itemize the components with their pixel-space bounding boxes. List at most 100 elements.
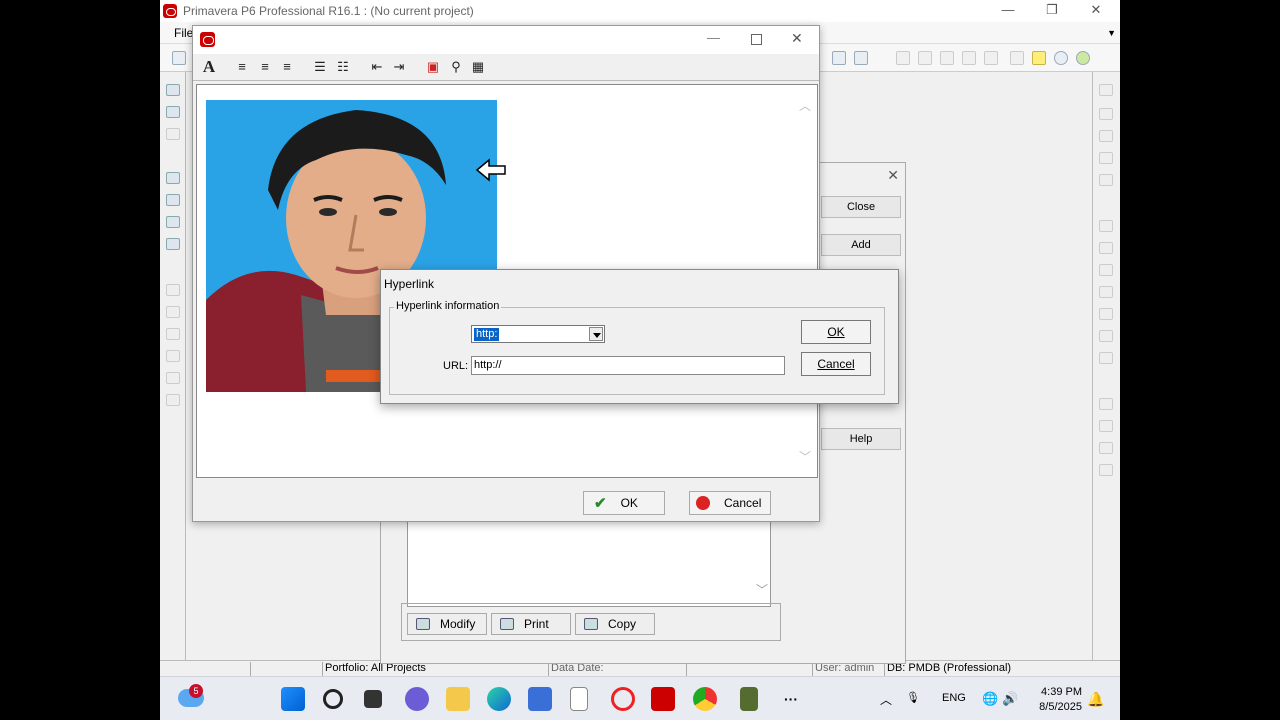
editor-cancel-button[interactable]: Cancel bbox=[689, 491, 771, 515]
chrome-icon[interactable] bbox=[693, 687, 717, 711]
add-icon[interactable] bbox=[166, 84, 180, 96]
teams-icon[interactable] bbox=[405, 687, 429, 711]
toolbar-icon-4[interactable] bbox=[984, 51, 998, 65]
delete-icon[interactable] bbox=[1099, 108, 1113, 120]
indent-icon[interactable]: ⇥ bbox=[390, 59, 408, 75]
toolbar-icon-2[interactable] bbox=[854, 51, 868, 65]
toolbar-icon-3[interactable] bbox=[962, 51, 976, 65]
editor-maximize-button[interactable] bbox=[751, 34, 762, 45]
assign4-icon[interactable] bbox=[1099, 286, 1113, 298]
editor-ok-button[interactable]: ✔ OK bbox=[583, 491, 665, 515]
store-icon[interactable] bbox=[528, 687, 552, 711]
insert-image-icon[interactable]: ▣ bbox=[424, 59, 442, 75]
user-icon[interactable] bbox=[166, 194, 180, 206]
restore-button[interactable]: ❐ bbox=[1030, 0, 1074, 22]
move-right-icon[interactable] bbox=[1099, 464, 1113, 476]
toolbar-icon-1[interactable] bbox=[832, 51, 846, 65]
copy-button[interactable]: Copy bbox=[575, 613, 655, 635]
add-button[interactable]: Add bbox=[821, 234, 901, 256]
help-icon[interactable] bbox=[1054, 51, 1068, 65]
notepad-icon[interactable] bbox=[570, 687, 588, 711]
numbered-list-icon[interactable]: ☷ bbox=[334, 59, 352, 75]
volume-icon[interactable]: 🔊 bbox=[1002, 691, 1018, 707]
editor-close-button[interactable]: ✕ bbox=[791, 30, 803, 47]
toolbar-icon-5[interactable] bbox=[1010, 51, 1024, 65]
close-dialog-button[interactable]: Close bbox=[821, 196, 901, 218]
paste2-icon[interactable] bbox=[1099, 174, 1113, 186]
help-button[interactable]: Help bbox=[821, 428, 901, 450]
dropdown-arrow-icon[interactable] bbox=[589, 327, 603, 341]
opera-icon[interactable] bbox=[611, 687, 635, 711]
assign7-icon[interactable] bbox=[1099, 352, 1113, 364]
assign3-icon[interactable] bbox=[1099, 264, 1113, 276]
align-center-icon[interactable]: ≡ bbox=[256, 59, 274, 75]
zoom-fit-icon[interactable] bbox=[940, 51, 954, 65]
strip-icon-e[interactable] bbox=[166, 372, 180, 384]
assign2-icon[interactable] bbox=[1099, 242, 1113, 254]
print-icon[interactable] bbox=[172, 51, 186, 65]
scroll-down-icon[interactable]: ﹀ bbox=[756, 581, 768, 598]
hyperlink-cancel-button[interactable]: Cancel bbox=[801, 352, 871, 376]
assign5-icon[interactable] bbox=[1099, 308, 1113, 320]
primavera-taskbar-icon[interactable] bbox=[651, 687, 675, 711]
assign-icon[interactable] bbox=[1099, 220, 1113, 232]
network-globe-icon[interactable]: 🌐 bbox=[982, 691, 998, 707]
move-up-icon[interactable] bbox=[1099, 398, 1113, 410]
minimize-button[interactable]: — bbox=[986, 0, 1030, 22]
insert-table-icon[interactable]: ▦ bbox=[469, 59, 487, 75]
notification-bell-icon[interactable]: 🔔 bbox=[1087, 691, 1104, 708]
file-explorer-icon[interactable] bbox=[446, 687, 470, 711]
notebook-preview[interactable]: ﹀ bbox=[407, 521, 771, 607]
insert-hyperlink-icon[interactable]: ⚲ bbox=[447, 59, 465, 75]
menu-file[interactable]: File bbox=[174, 26, 193, 40]
bg-dialog-close-icon[interactable]: ✕ bbox=[887, 167, 899, 184]
notebook-icon[interactable] bbox=[166, 216, 180, 228]
folder-icon[interactable] bbox=[166, 172, 180, 184]
close-button[interactable]: ✕ bbox=[1074, 0, 1118, 22]
editor-scroll-down-icon[interactable]: ﹀ bbox=[799, 448, 811, 465]
editor-minimize-button[interactable]: — bbox=[707, 30, 720, 45]
show-hidden-icons-icon[interactable]: ︿ bbox=[880, 691, 892, 708]
editor-scroll-up-icon[interactable]: ︿ bbox=[799, 97, 811, 114]
strip-icon-b[interactable] bbox=[166, 306, 180, 318]
assign6-icon[interactable] bbox=[1099, 330, 1113, 342]
strip-icon-d[interactable] bbox=[166, 350, 180, 362]
help-menu-icon[interactable] bbox=[1076, 51, 1090, 65]
start-icon[interactable] bbox=[281, 687, 305, 711]
align-left-icon[interactable]: ≡ bbox=[233, 59, 251, 75]
open-icon[interactable] bbox=[166, 106, 180, 118]
search-icon[interactable] bbox=[323, 689, 343, 709]
outdent-icon[interactable]: ⇤ bbox=[368, 59, 386, 75]
copy-icon[interactable] bbox=[1099, 152, 1113, 164]
microphone-icon[interactable]: 🎙 bbox=[906, 691, 920, 704]
menubar-chevron-icon[interactable]: ▼ bbox=[1107, 28, 1116, 38]
edge-icon[interactable] bbox=[487, 687, 511, 711]
hyperlink-ok-button[interactable]: OK bbox=[801, 320, 871, 344]
image-icon[interactable] bbox=[166, 238, 180, 250]
right-add-icon[interactable] bbox=[1099, 84, 1113, 96]
task-view-icon[interactable] bbox=[364, 690, 382, 708]
url-input[interactable]: http:// bbox=[471, 356, 785, 375]
more-apps-icon[interactable]: ··· bbox=[784, 691, 798, 707]
paste-icon[interactable] bbox=[166, 128, 180, 140]
bullet-list-icon[interactable]: ☰ bbox=[311, 59, 329, 75]
strip-icon-c[interactable] bbox=[166, 328, 180, 340]
clock-date: 8/5/2025 bbox=[1039, 701, 1082, 713]
move-left-icon[interactable] bbox=[1099, 442, 1113, 454]
strip-icon-f[interactable] bbox=[166, 394, 180, 406]
zoom-out-icon[interactable] bbox=[918, 51, 932, 65]
clock[interactable]: 4:39 PM 8/5/2025 bbox=[1018, 685, 1082, 715]
app-titlebar: Primavera P6 Professional R16.1 : (No cu… bbox=[160, 0, 1120, 22]
print-button[interactable]: Print bbox=[491, 613, 571, 635]
language-indicator[interactable]: ENG bbox=[942, 692, 966, 704]
move-down-icon[interactable] bbox=[1099, 420, 1113, 432]
protocol-select[interactable]: http: bbox=[471, 325, 605, 343]
align-right-icon[interactable]: ≡ bbox=[278, 59, 296, 75]
cut-icon[interactable] bbox=[1099, 130, 1113, 142]
modify-button[interactable]: Modify bbox=[407, 613, 487, 635]
zoom-in-icon[interactable] bbox=[896, 51, 910, 65]
strip-icon-a[interactable] bbox=[166, 284, 180, 296]
font-icon[interactable]: A bbox=[200, 58, 218, 75]
app-icon[interactable] bbox=[740, 687, 758, 711]
comment-icon[interactable] bbox=[1032, 51, 1046, 65]
